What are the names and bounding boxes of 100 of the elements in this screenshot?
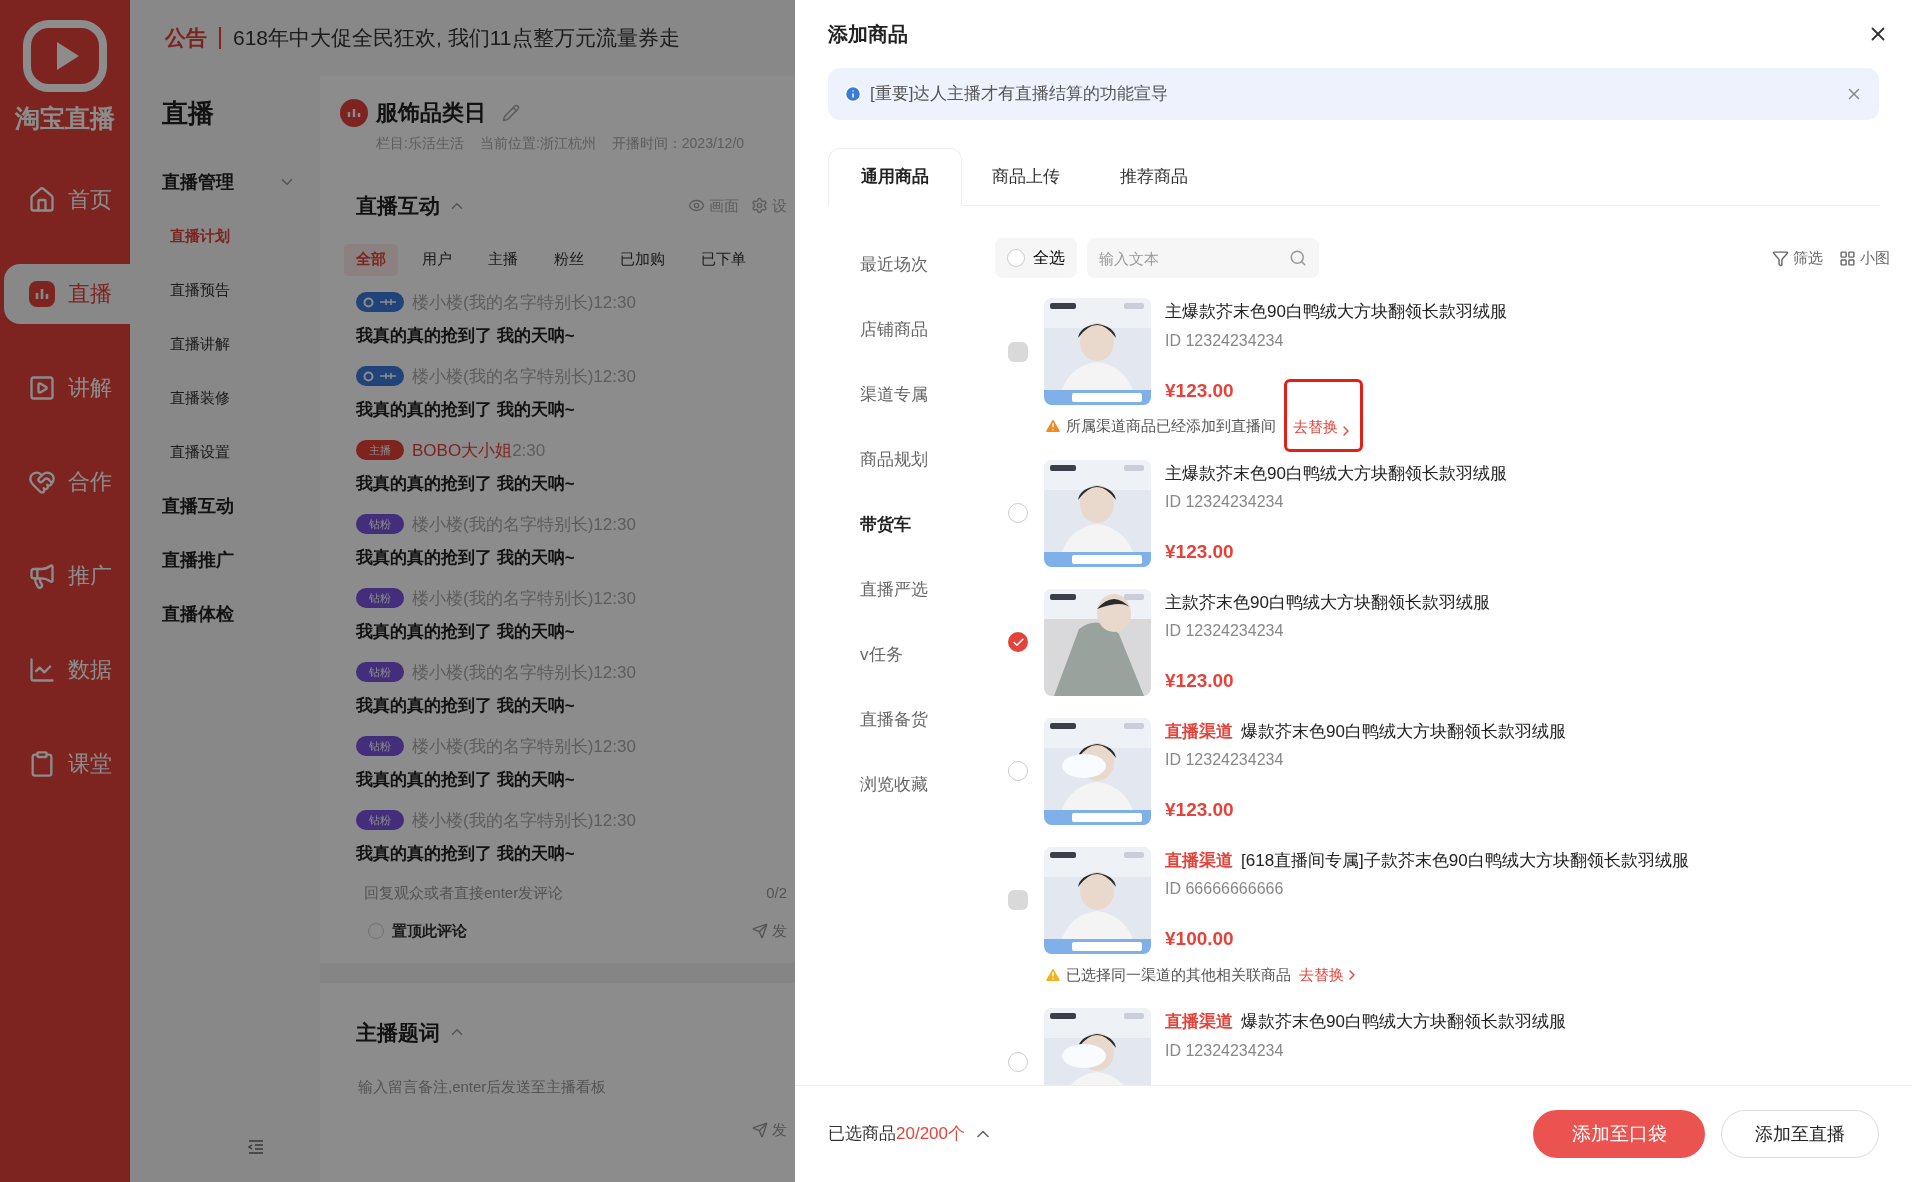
product-title: 爆款芥末色90白鸭绒大方块翻领长款羽绒服	[1241, 1011, 1566, 1033]
comment-text: 我真的真的抢到了 我的天呐~	[356, 769, 576, 791]
comment-text: 我真的真的抢到了 我的天呐~	[356, 843, 576, 865]
filter-tab[interactable]: 粉丝	[542, 243, 596, 276]
checkbox[interactable]	[1008, 761, 1028, 781]
product-id: ID 66666666666	[1165, 879, 1285, 899]
settings-icon	[751, 197, 768, 215]
filter-tab[interactable]: 已加购	[608, 243, 677, 276]
nav-item[interactable]: 推广	[4, 545, 130, 606]
alert-text: [重要]达人主播才有直播结算的功能宣导	[870, 83, 1170, 106]
category-item[interactable]: 直播严选	[860, 557, 978, 622]
menu-item[interactable]: 直播装修	[162, 371, 320, 425]
menu-item[interactable]: 直播计划	[162, 209, 320, 263]
send-icon	[752, 1121, 768, 1138]
fan-badge: 钻粉	[356, 736, 404, 757]
menu-group[interactable]: 直播互动	[162, 479, 320, 533]
tab[interactable]: 推荐商品	[1090, 148, 1218, 205]
select-all-control[interactable]: 全选	[995, 238, 1077, 278]
warning-text: 所属渠道商品已经添加到直播间	[1066, 416, 1276, 436]
product-price: ¥123.00	[1165, 798, 1235, 822]
product-title: 主款芥末色90白鸭绒大方块翻领长款羽绒服	[1165, 591, 1490, 614]
fan-badge	[356, 292, 404, 313]
checkbox[interactable]	[1007, 249, 1025, 267]
checkbox[interactable]	[1008, 1051, 1028, 1072]
comment-text: 我真的真的抢到了 我的天呐~	[356, 325, 576, 347]
fan-badge: 钻粉	[356, 810, 404, 831]
category-item[interactable]: 浏览收藏	[860, 752, 978, 817]
channel-tag: 直播渠道	[1165, 718, 1233, 744]
char-counter: 0/2	[766, 882, 787, 903]
nav-item[interactable]: 直播	[4, 263, 130, 324]
pin-label: 置顶此评论	[392, 921, 467, 941]
notice-tag: 公告	[165, 22, 207, 54]
info-icon	[844, 85, 862, 103]
category-item[interactable]: v任务	[860, 622, 978, 687]
category-item[interactable]: 渠道专属	[860, 362, 978, 427]
selected-count: 已选商品20/200个	[828, 1123, 965, 1146]
menu-item[interactable]: 直播设置	[162, 425, 320, 479]
filter-button[interactable]: 筛选	[1772, 246, 1823, 270]
product-title: [618直播间专属]子款芥末色90白鸭绒大方块翻领长款羽绒服	[1241, 849, 1689, 872]
product-price: ¥100.00	[1165, 927, 1235, 951]
product-price: ¥123.00	[1165, 378, 1235, 403]
menu-group-label: 直播互动	[162, 494, 234, 518]
search-field[interactable]: 输入文本	[1087, 238, 1319, 278]
section-title: 主播题词	[356, 1019, 440, 1046]
category-item[interactable]: 带货车	[860, 492, 978, 557]
product-title: 主爆款芥末色90白鸭绒大方块翻领长款羽绒服	[1165, 301, 1507, 323]
add-to-bag-button[interactable]: 添加至口袋	[1533, 1110, 1705, 1158]
check-icon	[1011, 635, 1025, 649]
filter-tab[interactable]: 用户	[410, 243, 464, 276]
megaphone-icon	[28, 561, 56, 590]
notice-text: 618年中大促全民狂欢, 我们11点整万元流量券走	[233, 25, 680, 52]
menu-item[interactable]: 直播预告	[162, 263, 320, 317]
checkbox[interactable]	[1008, 632, 1028, 652]
grid-icon	[1839, 249, 1856, 267]
drawer-title: 添加商品	[828, 22, 908, 47]
product-id: ID 12324234234	[1165, 492, 1285, 512]
product-id: ID 12324234234	[1165, 1040, 1285, 1061]
nav-item[interactable]: 讲解	[4, 357, 130, 418]
view-mode-button[interactable]: 小图	[1839, 246, 1890, 270]
warning-text: 已选择同一渠道的其他相关联商品	[1066, 964, 1291, 985]
category-item[interactable]: 最近场次	[860, 232, 978, 297]
menu-group[interactable]: 直播管理	[162, 155, 320, 209]
product-price: ¥123.00	[1165, 669, 1235, 693]
section-title: 直播互动	[356, 193, 440, 219]
checkbox[interactable]	[1008, 503, 1028, 523]
tab[interactable]: 商品上传	[962, 148, 1090, 205]
show-title: 服饰品类日	[376, 99, 486, 127]
filter-tab[interactable]: 主播	[476, 243, 530, 276]
tab[interactable]: 通用商品	[828, 148, 962, 206]
edit-icon[interactable]	[502, 103, 520, 122]
channel-tag: 直播渠道	[1165, 1009, 1233, 1035]
category-item[interactable]: 商品规划	[860, 427, 978, 492]
fan-badge: 钻粉	[356, 588, 404, 609]
menu-item[interactable]: 直播讲解	[162, 317, 320, 371]
fan-badge: 钻粉	[356, 662, 404, 683]
product-title: 爆款芥末色90白鸭绒大方块翻领长款羽绒服	[1241, 720, 1566, 743]
filter-tab[interactable]: 已下单	[689, 243, 758, 276]
fan-badge: 钻粉	[356, 514, 404, 535]
comment-text: 我真的真的抢到了 我的天呐~	[356, 695, 576, 717]
comment-text: 我真的真的抢到了 我的天呐~	[356, 473, 576, 495]
menu-group[interactable]: 直播推广	[162, 533, 320, 587]
nav-item[interactable]: 首页	[4, 169, 130, 230]
menu-group[interactable]: 直播体检	[162, 587, 320, 641]
live-status-icon	[340, 98, 368, 127]
comment-text: 我真的真的抢到了 我的天呐~	[356, 621, 576, 643]
product-title: 主爆款芥末色90白鸭绒大方块翻领长款羽绒服	[1165, 462, 1507, 485]
collapse-menu-icon[interactable]	[248, 1140, 264, 1154]
category-item[interactable]: 店铺商品	[860, 297, 978, 362]
nav-item[interactable]: 课堂	[4, 733, 130, 794]
product-id: ID 12324234234	[1165, 621, 1285, 641]
home-icon	[28, 185, 56, 214]
app-logo-text: 淘宝直播	[15, 103, 115, 134]
nav-item[interactable]: 数据	[4, 639, 130, 700]
category-item[interactable]: 直播备货	[860, 687, 978, 752]
play-icon	[28, 373, 56, 402]
menu-group-label: 直播管理	[162, 170, 234, 194]
nav-item[interactable]: 合作	[4, 451, 130, 512]
comment-text: 我真的真的抢到了 我的天呐~	[356, 547, 576, 569]
play-logo-icon	[23, 20, 107, 92]
commenter-name: BOBO大小姐	[412, 439, 513, 462]
